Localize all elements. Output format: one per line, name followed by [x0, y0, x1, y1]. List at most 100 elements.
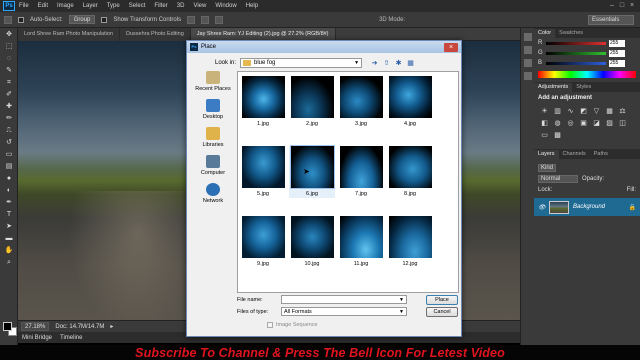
zoom-level[interactable]: 27.18%	[21, 322, 50, 331]
tab-color[interactable]: Color	[534, 29, 556, 38]
healing-icon[interactable]: ✚	[4, 102, 14, 112]
file-item[interactable]: 1.jpg	[240, 76, 286, 128]
menu-window[interactable]: Window	[215, 3, 236, 9]
menu-filter[interactable]: Filter	[154, 3, 167, 9]
place-recent[interactable]: Recent Places	[191, 71, 235, 92]
marquee-icon[interactable]: ⬚	[4, 42, 14, 52]
maximize-icon[interactable]: □	[618, 2, 626, 9]
place-network[interactable]: Network	[191, 183, 235, 204]
dodge-icon[interactable]: ◐	[4, 186, 14, 196]
view-menu-icon[interactable]: ▦	[406, 59, 415, 68]
look-in-select[interactable]: blue fog ▼	[240, 58, 363, 68]
blue-value[interactable]: 255	[609, 59, 625, 67]
paragraph-icon[interactable]	[524, 72, 532, 80]
green-slider[interactable]	[546, 51, 606, 55]
quick-select-icon[interactable]: ✎	[4, 66, 14, 76]
pen-icon[interactable]: ✒	[4, 198, 14, 208]
place-desktop[interactable]: Desktop	[191, 99, 235, 120]
move-icon[interactable]: ✥	[4, 30, 14, 40]
show-transform-checkbox[interactable]	[101, 16, 108, 23]
doc-tab-1[interactable]: Lord Shree Ram Photo Manipulation	[18, 27, 120, 41]
vibrance-icon[interactable]: ▽	[592, 107, 601, 116]
chevron-down-icon[interactable]: ▼	[399, 296, 404, 303]
align-bottom-icon[interactable]	[215, 15, 224, 24]
threshold-icon[interactable]: ◫	[618, 119, 627, 128]
selective-color-icon[interactable]: ▩	[553, 131, 562, 140]
tab-styles[interactable]: Styles	[572, 83, 595, 92]
cancel-button[interactable]: Cancel	[426, 307, 458, 317]
image-sequence-checkbox[interactable]	[267, 322, 273, 328]
place-button[interactable]: Place	[426, 295, 458, 305]
red-slider[interactable]	[546, 41, 606, 45]
file-name-input[interactable]: ▼	[281, 295, 407, 304]
eyedropper-icon[interactable]: ✐	[4, 90, 14, 100]
file-type-select[interactable]: All Formats ▼	[281, 307, 407, 316]
tab-channels[interactable]: Channels	[559, 150, 590, 159]
new-folder-icon[interactable]: ✱	[394, 59, 403, 68]
group-select[interactable]: Group	[68, 15, 96, 24]
blue-slider[interactable]	[546, 61, 606, 65]
clone-stamp-icon[interactable]: ⎍	[4, 126, 14, 136]
tab-mini-bridge[interactable]: Mini Bridge	[22, 335, 52, 341]
history-brush-icon[interactable]: ↺	[4, 138, 14, 148]
file-item[interactable]: 8.jpg	[387, 146, 433, 198]
tab-paths[interactable]: Paths	[590, 150, 612, 159]
menu-image[interactable]: Image	[57, 3, 74, 9]
menu-file[interactable]: File	[19, 3, 29, 9]
file-item[interactable]: 5.jpg	[240, 146, 286, 198]
green-value[interactable]: 255	[609, 49, 625, 57]
menu-edit[interactable]: Edit	[38, 3, 48, 9]
move-tool-icon[interactable]	[4, 15, 12, 24]
channel-mixer-icon[interactable]: ◎	[566, 119, 575, 128]
file-item[interactable]: 4.jpg	[387, 76, 433, 128]
place-computer[interactable]: Computer	[191, 155, 235, 176]
auto-select-checkbox[interactable]	[18, 16, 24, 23]
gradient-map-icon[interactable]: ▭	[540, 131, 549, 140]
kind-filter-select[interactable]: Kind	[538, 163, 557, 172]
hue-sat-icon[interactable]: ▦	[605, 107, 614, 116]
file-item[interactable]: 9.jpg	[240, 216, 286, 268]
color-swatches[interactable]	[3, 322, 17, 336]
color-balance-icon[interactable]: ⚖	[618, 107, 627, 116]
levels-icon[interactable]: ▥	[553, 107, 562, 116]
menu-select[interactable]: Select	[129, 3, 146, 9]
file-item[interactable]: 3.jpg	[338, 76, 384, 128]
exposure-icon[interactable]: ◩	[579, 107, 588, 116]
properties-icon[interactable]	[524, 46, 532, 54]
doc-tab-2[interactable]: Dussehra Photo Editing	[119, 27, 191, 41]
file-item-hovered[interactable]: 6.jpg	[289, 145, 335, 198]
menu-help[interactable]: Help	[246, 3, 258, 9]
align-top-icon[interactable]	[187, 15, 196, 24]
file-item[interactable]: 10.jpg	[289, 216, 335, 268]
place-libraries[interactable]: Libraries	[191, 127, 235, 148]
blend-mode-select[interactable]: Normal	[538, 174, 578, 183]
eye-icon[interactable]: 👁	[538, 204, 546, 211]
layer-background[interactable]: 👁 Background 🔒	[534, 198, 640, 216]
curves-icon[interactable]: ∿	[566, 107, 575, 116]
invert-icon[interactable]: ◪	[592, 119, 601, 128]
close-icon[interactable]: ×	[628, 2, 636, 9]
file-list[interactable]: 1.jpg 2.jpg 3.jpg 4.jpg 5.jpg 6.jpg 7.jp…	[237, 71, 459, 293]
menu-3d[interactable]: 3D	[177, 3, 185, 9]
shape-icon[interactable]: ▬	[4, 234, 14, 244]
black-white-icon[interactable]: ◧	[540, 119, 549, 128]
tab-layers[interactable]: Layers	[534, 150, 559, 159]
back-icon[interactable]: ➜	[370, 59, 379, 68]
color-spectrum[interactable]	[538, 71, 636, 78]
menu-view[interactable]: View	[193, 3, 206, 9]
hand-icon[interactable]: ✋	[4, 246, 14, 256]
type-icon[interactable]: T	[4, 210, 14, 220]
file-item[interactable]: 12.jpg	[387, 216, 433, 268]
minimize-icon[interactable]: –	[608, 2, 616, 9]
crop-icon[interactable]: ⌗	[4, 78, 14, 88]
tab-timeline[interactable]: Timeline	[60, 335, 82, 341]
file-item[interactable]: 2.jpg	[289, 76, 335, 128]
path-select-icon[interactable]: ➤	[4, 222, 14, 232]
file-item[interactable]: 11.jpg	[338, 216, 384, 268]
menu-layer[interactable]: Layer	[83, 3, 98, 9]
blur-icon[interactable]: ●	[4, 174, 14, 184]
foreground-color-swatch[interactable]	[3, 322, 12, 331]
layer-name[interactable]: Background	[573, 204, 605, 210]
color-lookup-icon[interactable]: ▣	[579, 119, 588, 128]
brush-icon[interactable]: ✏	[4, 114, 14, 124]
